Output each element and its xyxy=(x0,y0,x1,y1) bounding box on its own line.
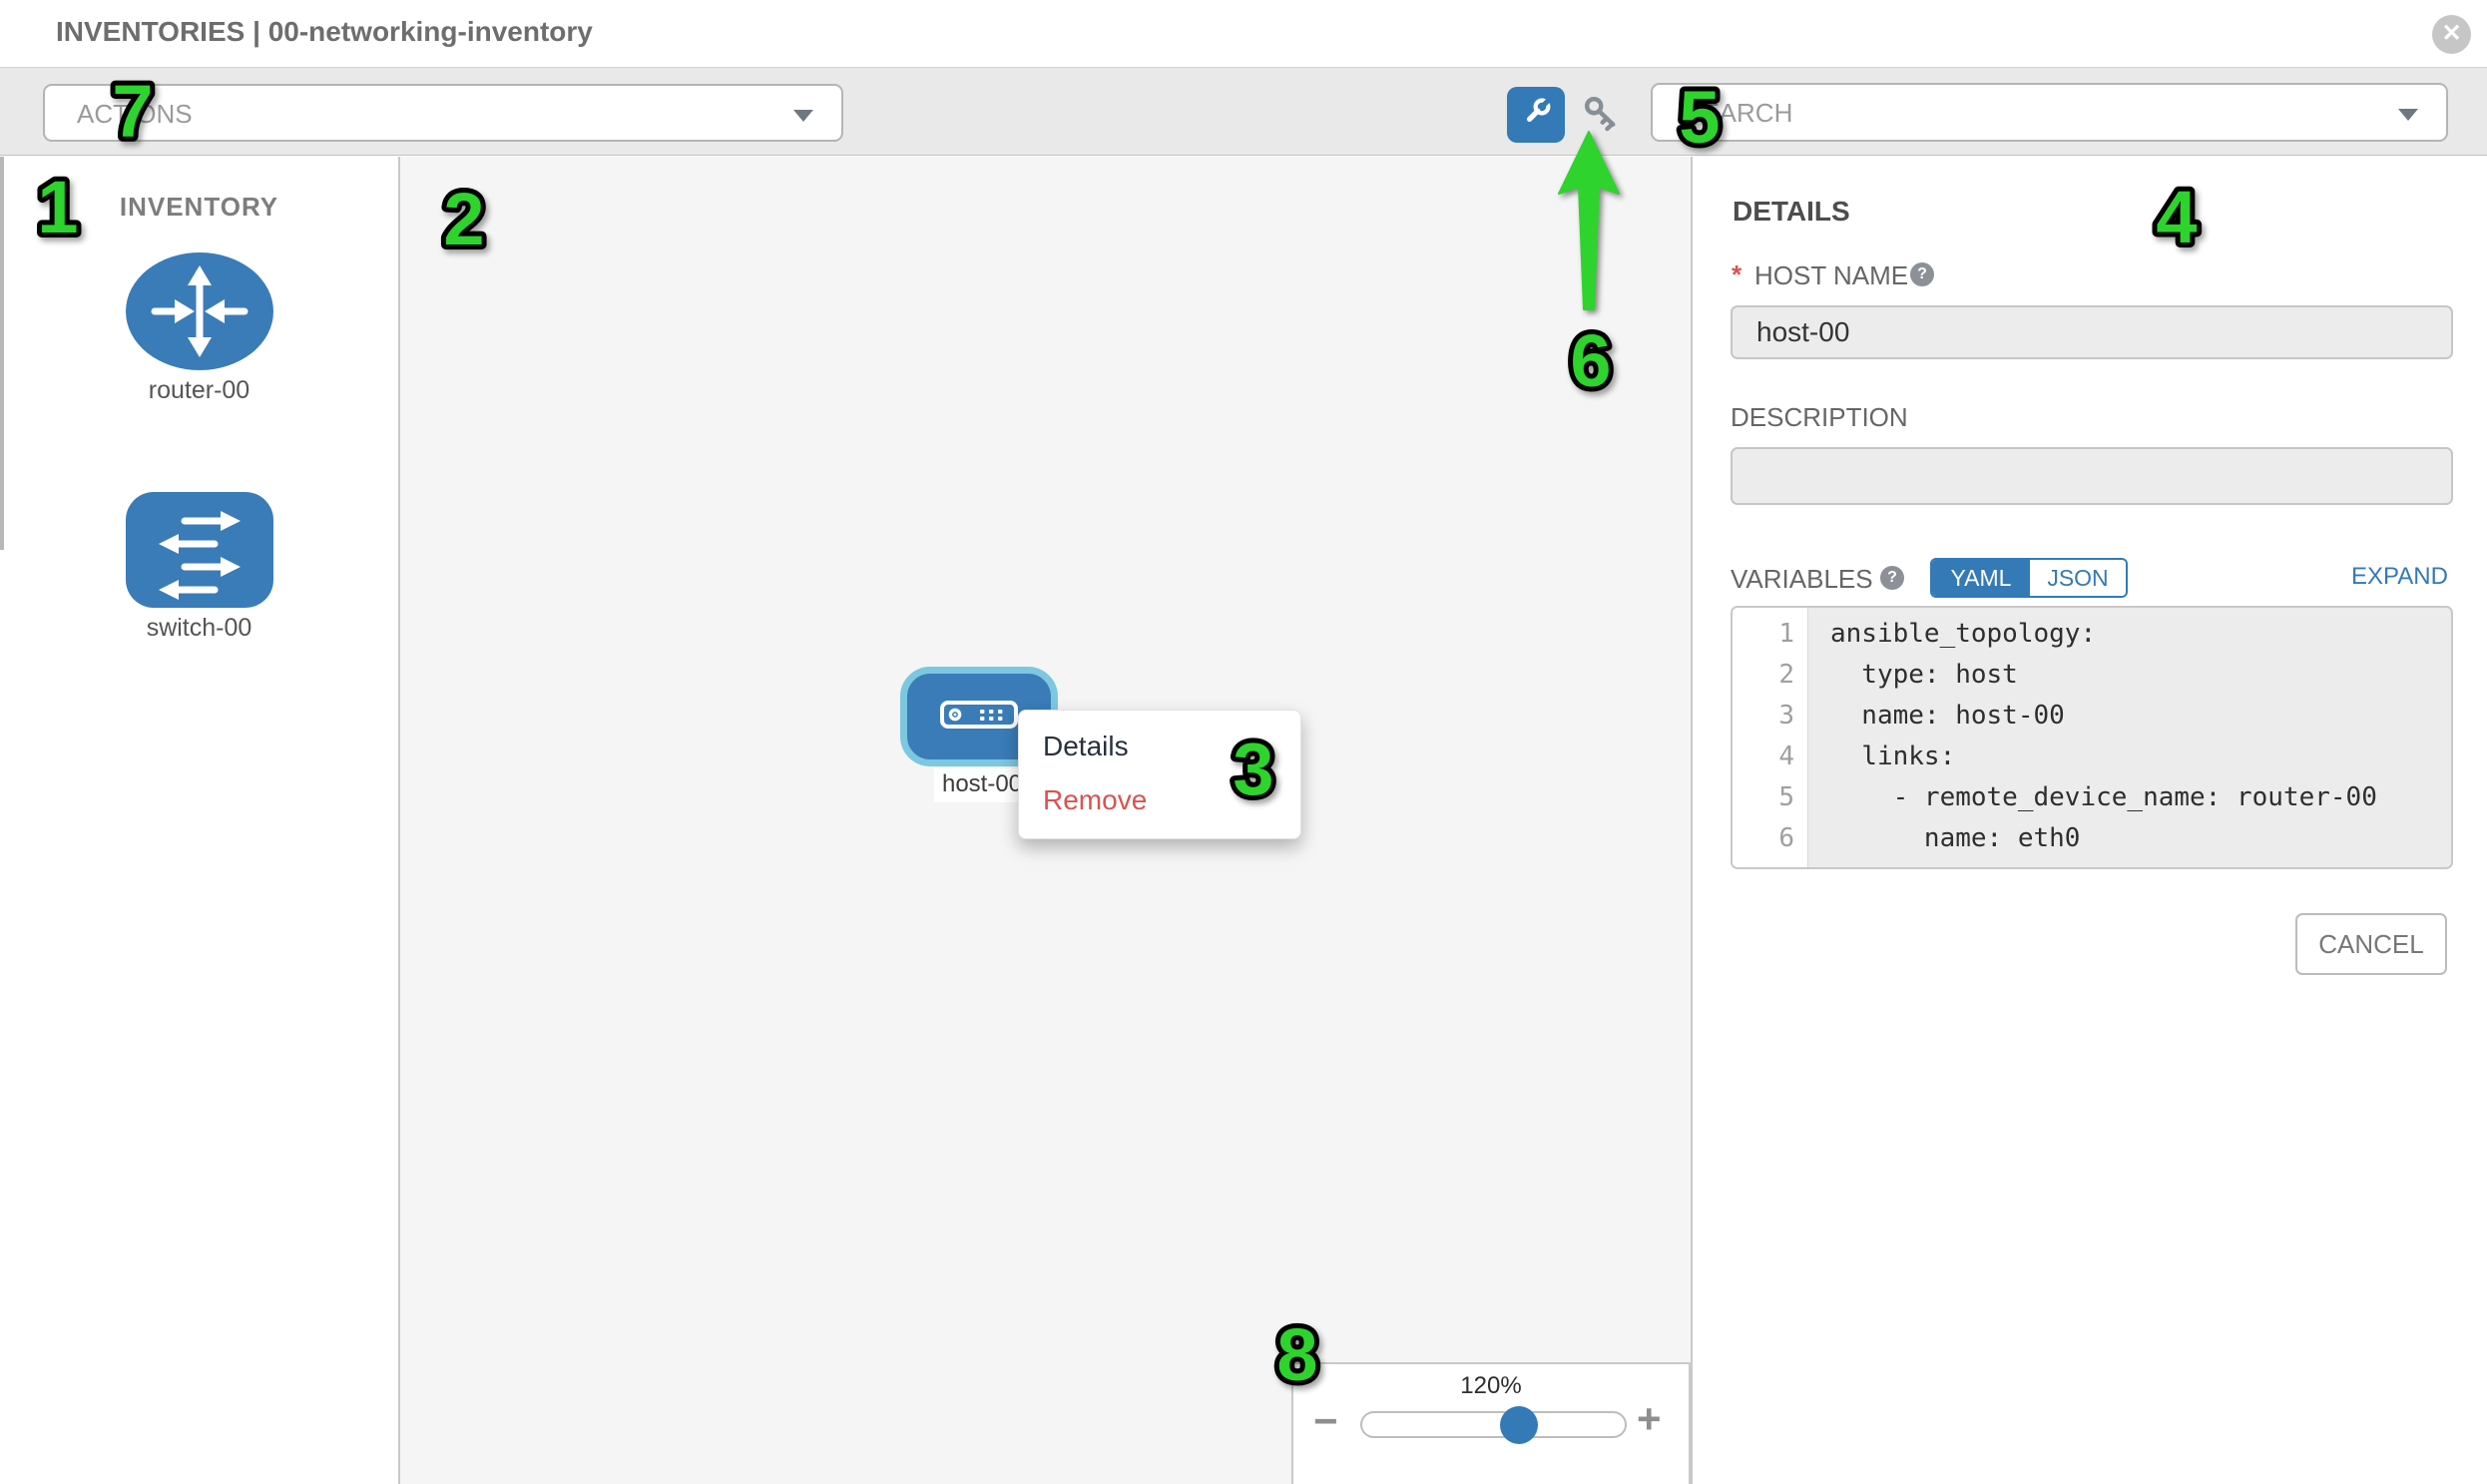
switch-icon xyxy=(125,596,274,613)
code-line: 5 - remote_device_name: router-00 xyxy=(1733,777,2451,818)
sidebar-item-switch[interactable]: switch-00 xyxy=(0,491,398,643)
sidebar-item-label: router-00 xyxy=(0,376,398,405)
tools-button[interactable] xyxy=(1507,87,1565,143)
sidebar-item-label: switch-00 xyxy=(0,614,398,643)
context-menu-item-remove[interactable]: Remove xyxy=(1043,780,1147,820)
context-menu-item-details[interactable]: Details xyxy=(1043,727,1129,766)
wrench-icon xyxy=(1518,95,1554,136)
cancel-button[interactable]: CANCEL xyxy=(2295,913,2447,975)
variables-format-toggle: YAML JSON xyxy=(1930,558,2128,598)
actions-dropdown-label: ACTIONS xyxy=(77,86,193,142)
zoom-out-button[interactable]: − xyxy=(1313,1397,1338,1445)
actions-dropdown[interactable]: ACTIONS xyxy=(43,84,843,142)
details-panel-title: DETAILS xyxy=(1733,196,1850,228)
inventory-sidebar: INVENTORY router-00 xyxy=(0,157,400,1484)
inventory-topology-screen: INVENTORIES | 00-networking-inventory ✕ … xyxy=(0,0,2487,1484)
host-node-label: host-00 xyxy=(934,768,1030,802)
required-asterisk: * xyxy=(1732,259,1741,290)
chevron-down-icon xyxy=(2398,109,2418,121)
key-icon xyxy=(1581,124,1625,141)
chevron-down-icon xyxy=(793,110,813,122)
host-name-input[interactable] xyxy=(1731,305,2453,359)
json-tab[interactable]: JSON xyxy=(2030,560,2126,596)
credentials-key-button[interactable] xyxy=(1581,93,1625,137)
host-icon xyxy=(939,700,1019,735)
sidebar-item-router[interactable]: router-00 xyxy=(0,251,398,405)
code-line: 1ansible_topology: xyxy=(1733,614,2451,655)
code-line: 6 name: eth0 xyxy=(1733,818,2451,859)
header: INVENTORIES | 00-networking-inventory ✕ xyxy=(0,0,2487,67)
variables-label: VARIABLES xyxy=(1731,564,1873,595)
zoom-slider-handle[interactable] xyxy=(1500,1406,1538,1444)
description-input[interactable] xyxy=(1731,447,2453,505)
yaml-tab[interactable]: YAML xyxy=(1932,560,2030,596)
zoom-in-button[interactable]: + xyxy=(1637,1395,1662,1443)
code-line: 3 name: host-00 xyxy=(1733,696,2451,737)
description-label: DESCRIPTION xyxy=(1731,402,1908,433)
code-line: 7 remote_interface_name: eth0 xyxy=(1733,859,2451,869)
zoom-level-value: 120% xyxy=(1293,1372,1689,1400)
code-line: 4 links: xyxy=(1733,737,2451,777)
expand-link[interactable]: EXPAND xyxy=(2351,563,2448,591)
variables-code-editor[interactable]: 1ansible_topology: 2 type: host 3 name: … xyxy=(1731,606,2453,869)
sidebar-scrollbar[interactable] xyxy=(0,157,4,550)
close-icon[interactable]: ✕ xyxy=(2432,15,2471,54)
help-icon[interactable]: ? xyxy=(1880,566,1904,590)
host-name-label: HOST NAME xyxy=(1754,260,1908,291)
zoom-slider-track[interactable] xyxy=(1360,1411,1627,1438)
context-menu: Details Remove xyxy=(1018,710,1301,839)
sidebar-title: INVENTORY xyxy=(0,192,398,223)
search-dropdown[interactable]: SEARCH xyxy=(1651,83,2448,142)
code-line: 2 type: host xyxy=(1733,655,2451,696)
search-dropdown-label: SEARCH xyxy=(1685,85,1792,141)
page-title: INVENTORIES | 00-networking-inventory xyxy=(56,16,593,48)
help-icon[interactable]: ? xyxy=(1910,262,1934,286)
router-icon xyxy=(125,358,274,375)
